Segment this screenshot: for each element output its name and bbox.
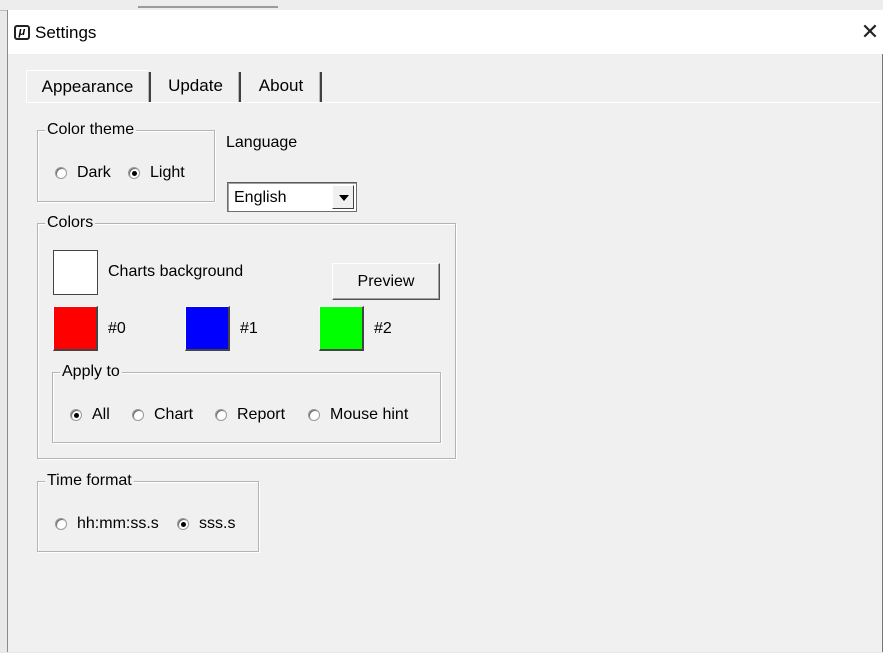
radio-hhmmss[interactable]: hh:mm:ss.s (55, 514, 159, 534)
radio-mouse-hint-label: Mouse hint (330, 406, 409, 423)
apply-to-group: Apply to All Chart Report Mouse hint (52, 363, 441, 443)
radio-mouse-hint[interactable]: Mouse hint (308, 405, 408, 425)
radio-mouse-hint-dot[interactable] (308, 409, 320, 421)
radio-chart-label: Chart (154, 406, 194, 423)
radio-light-label: Light (150, 164, 185, 181)
radio-all-label: All (92, 406, 110, 423)
time-format-legend: Time format (45, 472, 134, 490)
color-swatch-1-label: #1 (240, 320, 258, 337)
charts-background-label: Charts background (108, 263, 244, 280)
color-swatch-0-label: #0 (108, 320, 126, 337)
radio-sss-label: sss.s (199, 515, 236, 532)
language-label: Language (226, 134, 298, 151)
tab-divider (238, 72, 241, 102)
tab-about[interactable]: About (243, 70, 319, 102)
tab-divider (148, 72, 151, 102)
language-select[interactable]: English (227, 182, 357, 212)
radio-hhmmss-label: hh:mm:ss.s (77, 515, 159, 532)
radio-report-label: Report (237, 406, 286, 423)
radio-sss[interactable]: sss.s (177, 514, 235, 534)
radio-chart[interactable]: Chart (132, 405, 193, 425)
colors-legend: Colors (45, 214, 96, 232)
radio-light[interactable]: Light (128, 163, 185, 183)
apply-to-legend: Apply to (60, 363, 122, 381)
tab-update[interactable]: Update (153, 70, 238, 102)
background-window-segment (138, 6, 278, 8)
radio-all-dot[interactable] (70, 409, 82, 421)
radio-report[interactable]: Report (215, 405, 285, 425)
tab-divider (319, 72, 322, 102)
color-swatch-1[interactable] (185, 306, 230, 351)
radio-dark-label: Dark (77, 164, 111, 181)
settings-dialog: μ Settings ✕ Appearance Update About Col… (7, 10, 883, 652)
close-icon[interactable]: ✕ (856, 18, 883, 46)
radio-all[interactable]: All (70, 405, 110, 425)
radio-sss-dot[interactable] (177, 518, 189, 530)
radio-dark-dot[interactable] (55, 167, 67, 179)
color-theme-legend: Color theme (45, 121, 137, 139)
tab-appearance[interactable]: Appearance (26, 70, 148, 102)
preview-button[interactable]: Preview (332, 263, 440, 300)
chevron-down-icon[interactable] (332, 185, 354, 209)
time-format-group: Time format hh:mm:ss.s sss.s (37, 472, 259, 552)
radio-chart-dot[interactable] (132, 409, 144, 421)
color-swatch-2-label: #2 (374, 320, 392, 337)
title-bar[interactable]: μ Settings ✕ (8, 10, 883, 54)
app-mu-icon: μ (14, 25, 30, 40)
color-theme-group: Color theme Dark Light (37, 121, 215, 202)
radio-dark[interactable]: Dark (55, 163, 111, 183)
radio-report-dot[interactable] (215, 409, 227, 421)
radio-hhmmss-dot[interactable] (55, 518, 67, 530)
color-swatch-0[interactable] (53, 306, 98, 351)
charts-background-swatch[interactable] (53, 250, 98, 295)
radio-light-dot[interactable] (128, 167, 140, 179)
language-value: English (234, 189, 287, 206)
window-title: Settings (35, 23, 97, 42)
color-swatch-2[interactable] (319, 306, 364, 351)
